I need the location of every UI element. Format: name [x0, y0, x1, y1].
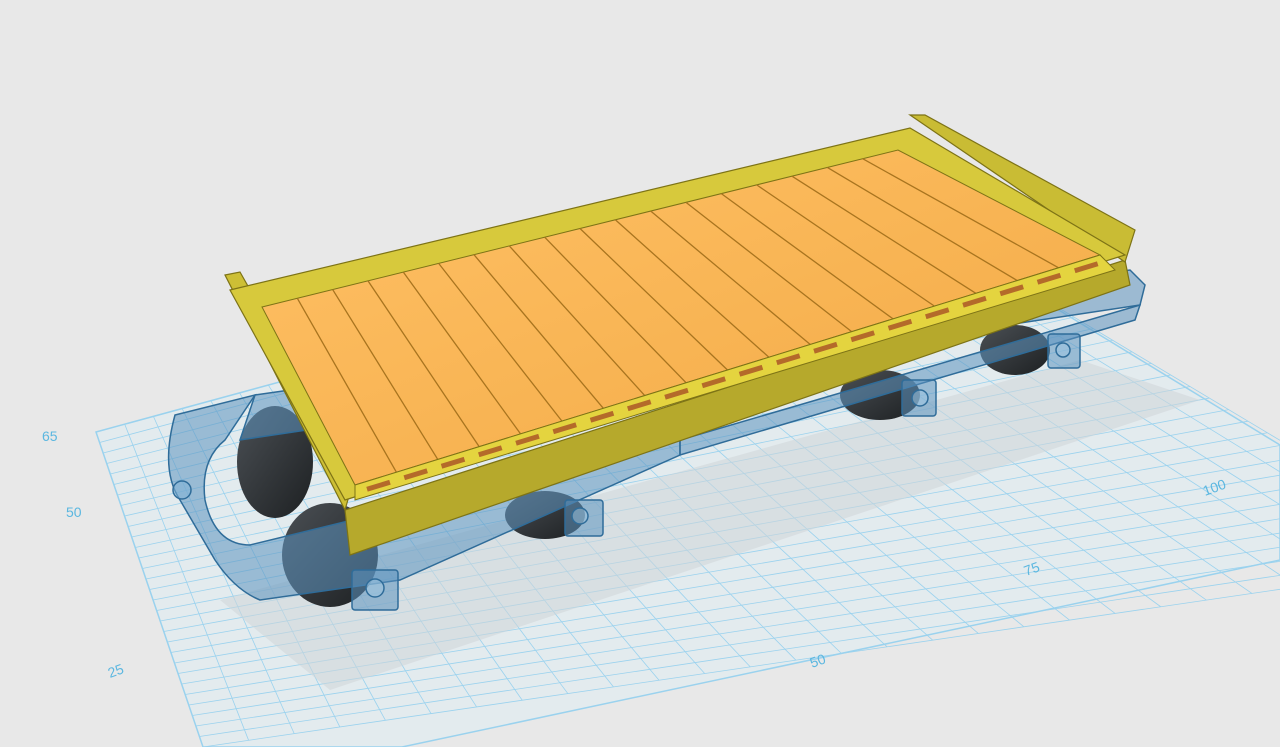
grid-label-left-2: 25 [106, 660, 126, 680]
grid-label-left-1: 50 [66, 504, 82, 520]
coupler-hole-icon [172, 480, 192, 500]
3d-viewport[interactable]: 65 50 25 50 75 100 [0, 0, 1280, 747]
bearing-icon [365, 578, 385, 598]
bearing-icon [571, 507, 589, 525]
workplane-scene[interactable]: 65 50 25 50 75 100 [0, 0, 1280, 747]
bearing-icon [1055, 342, 1071, 358]
grid-label-left-0: 65 [42, 428, 58, 444]
bearing-icon [911, 389, 929, 407]
